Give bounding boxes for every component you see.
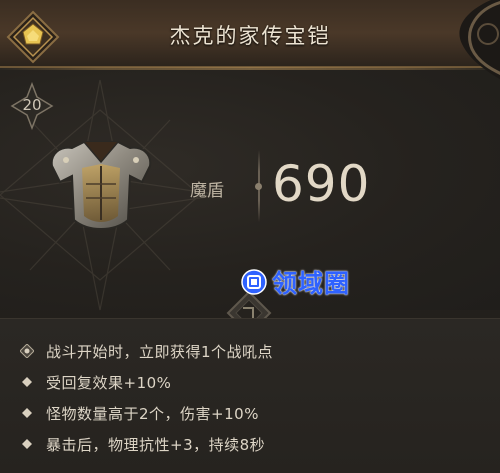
effect-text: 暴击后，物理抗性+3，持续8秒 (46, 435, 266, 454)
effect-text: 怪物数量高于2个，伤害+10% (46, 404, 259, 423)
stat-label: 魔盾 (190, 181, 224, 201)
effect-text: 受回复效果+10% (46, 373, 172, 392)
list-item: 战斗开始时，立即获得1个战吼点 (20, 337, 273, 365)
diamond-icon (22, 408, 32, 418)
stat-value: 690 (272, 155, 371, 213)
item-title: 杰克的家传宝铠 (169, 24, 331, 48)
diamond-icon (22, 439, 32, 449)
list-item: 怪物数量高于2个，伤害+10% (20, 399, 259, 427)
watermark: 领域圈 (240, 266, 350, 298)
watermark-text: 领域圈 (272, 269, 351, 298)
item-level: 20 (22, 96, 42, 114)
shout-icon (20, 344, 34, 358)
list-item: 受回复效果+10% (20, 368, 171, 396)
watermark-logo-icon (241, 269, 267, 295)
diamond-icon (22, 377, 32, 387)
stat-divider-dot (255, 183, 262, 190)
effect-text: 战斗开始时，立即获得1个战吼点 (46, 342, 274, 361)
list-item: 暴击后，物理抗性+3，持续8秒 (20, 430, 265, 458)
item-tooltip: 杰克的家传宝铠 20 魔盾 690 战斗开始时，立即获得1个战吼点 受回复效果+… (0, 0, 500, 473)
chest-armor-icon (50, 141, 152, 230)
effects-list: 战斗开始时，立即获得1个战吼点 受回复效果+10% 怪物数量高于2个，伤害+10… (0, 318, 500, 473)
